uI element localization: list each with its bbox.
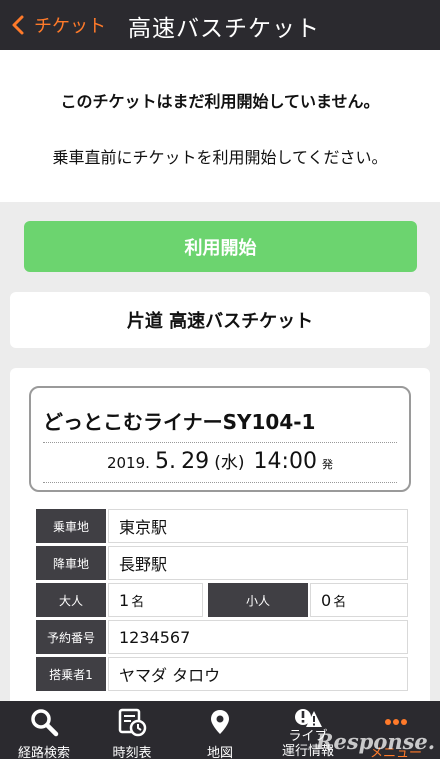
departure-day: 29: [181, 449, 210, 474]
child-unit: 名: [333, 594, 347, 610]
departure-time: 14:00: [253, 449, 317, 474]
boarding-label: 乗車地: [36, 509, 106, 543]
boarding-value: 東京駅: [108, 509, 408, 543]
passenger-row: 搭乗者1 ヤマダ タロウ: [33, 656, 408, 693]
chevron-left-icon: [12, 15, 24, 35]
adult-count: 1: [119, 590, 130, 610]
passenger-count-row: 大人 1名 小人 0名: [33, 582, 408, 619]
departure-month: 5.: [155, 449, 176, 474]
timetable-icon: [118, 708, 147, 737]
reservation-number: 1234567: [108, 620, 408, 654]
ticket-type-heading: 片道 高速バスチケット: [10, 292, 430, 348]
back-button[interactable]: チケット: [8, 10, 106, 40]
ticket-detail-card: どっとこむライナーSY104-1 2019. 5. 29 (水) 14:00 発…: [10, 368, 430, 708]
departure-year: 2019.: [106, 454, 150, 472]
adult-count-field: 1名: [108, 583, 203, 617]
tab-timetable-label: 時刻表: [112, 746, 152, 759]
alighting-label: 降車地: [36, 546, 106, 580]
page-title: 高速バスチケット: [128, 16, 320, 42]
tab-map-label: 地図: [206, 746, 233, 759]
search-icon: [31, 709, 59, 737]
child-count-field: 0名: [310, 583, 408, 617]
back-button-label: チケット: [34, 16, 106, 37]
departure-suffix: 発: [322, 458, 334, 471]
bus-card-divider-bottom: [43, 482, 397, 483]
response-watermark: Response.: [316, 729, 436, 754]
bus-name: どっとこむライナーSY104-1: [43, 410, 316, 434]
child-count: 0: [321, 590, 332, 610]
adult-label: 大人: [36, 583, 106, 617]
bus-card-divider: [43, 442, 397, 443]
map-pin-icon: [211, 710, 229, 734]
passenger-label: 搭乗者1: [36, 657, 106, 691]
adult-unit: 名: [131, 594, 145, 610]
top-navigation-bar: チケット 高速バスチケット: [0, 0, 440, 50]
notice-title: このチケットはまだ利用開始していません。: [60, 92, 380, 111]
tab-timetable[interactable]: 時刻表: [88, 701, 176, 759]
alighting-row: 降車地 長野駅: [33, 545, 408, 582]
child-label: 小人: [208, 583, 308, 617]
ticket-info-table: 乗車地 東京駅 降車地 長野駅 大人 1名 小人 0名 予約番号 1234567…: [33, 508, 408, 693]
bus-info-card: どっとこむライナーSY104-1 2019. 5. 29 (水) 14:00 発: [29, 386, 411, 492]
departure-datetime: 2019. 5. 29 (水) 14:00 発: [31, 448, 409, 474]
reservation-label: 予約番号: [36, 620, 106, 654]
boarding-row: 乗車地 東京駅: [33, 508, 408, 545]
departure-weekday: (水): [214, 453, 245, 473]
tab-route-search-label: 経路検索: [17, 746, 70, 759]
reservation-row: 予約番号 1234567: [33, 619, 408, 656]
start-use-button[interactable]: 利用開始: [24, 221, 417, 272]
tab-route-search[interactable]: 経路検索: [0, 701, 88, 759]
alighting-value: 長野駅: [108, 546, 408, 580]
notice-panel: このチケットはまだ利用開始していません。 乗車直前にチケットを利用開始してくださ…: [0, 50, 440, 202]
passenger-name: ヤマダ タロウ: [108, 657, 408, 691]
tab-map[interactable]: 地図: [176, 701, 264, 759]
notice-subtitle: 乗車直前にチケットを利用開始してください。: [52, 148, 388, 167]
